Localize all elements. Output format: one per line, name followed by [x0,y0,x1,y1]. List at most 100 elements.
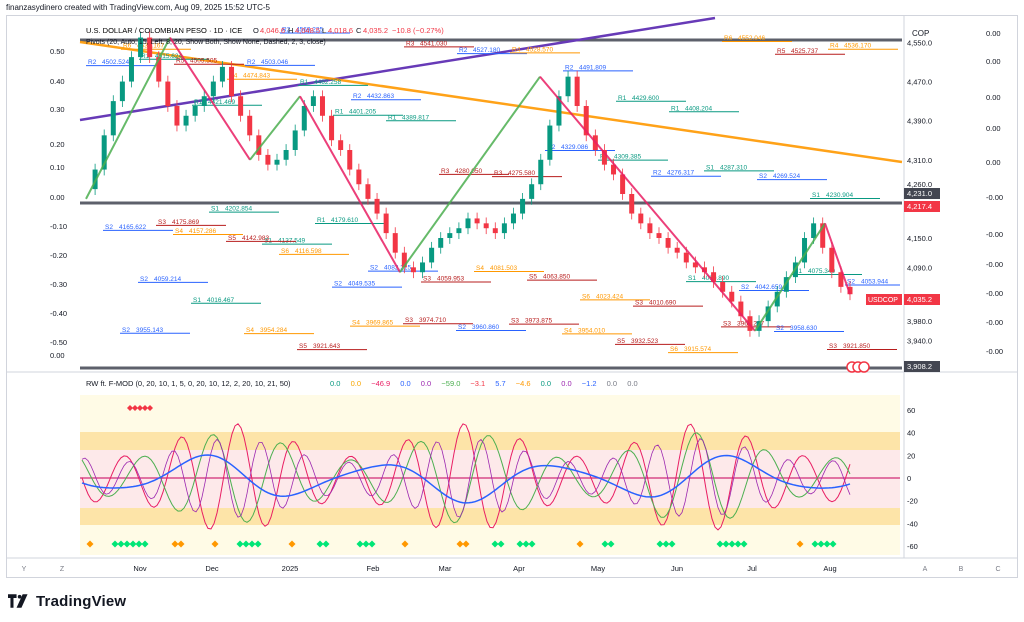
left-axis-tick: -0.40 [50,309,67,318]
left-axis: 0.50 0.40 0.30 0.20 0.10 0.00 -0.10 -0.20 -0.30 -… [50,47,67,360]
osc-tick: -20 [907,497,918,506]
pivot-value: 4269.524 [773,173,800,180]
open-value: 4,046.6 [260,26,285,35]
pivot-value: 4541.030 [420,40,447,47]
osc-legend-value: 0.0 [330,379,340,388]
pivot-value: 4179.610 [331,217,358,224]
pivot-value: 4275.580 [508,170,535,177]
pivot-label: R4 [830,43,839,50]
left-axis-tick: 0.10 [50,163,65,172]
pivot-label: S2 [847,278,855,285]
right-axis-tick: -0.00 [986,230,1003,239]
zigzag-group [85,37,851,332]
symbol-tag: USDCOP [866,294,902,305]
osc-legend-value: 0.0 [561,379,571,388]
axis-letter: Z [60,566,65,573]
pivot-label: S4 [246,327,254,334]
tradingview-footer: TradingView [8,590,126,612]
pivot-label: S3 [829,343,837,350]
pivot-label: R1 [671,105,680,112]
pivot-value: 4502.524 [102,59,129,66]
right-axis: 0.00 0.00 0.00 0.00 0.00 -0.00 -0.00 -0.00 -0.00… [986,29,1003,356]
pivot-label: S3 [423,276,431,283]
candle-body [638,213,644,224]
left-axis-tick: 0.00 [50,351,65,360]
osc-legend-value: 0.0 [607,379,617,388]
pivot-value: 4276.317 [667,170,694,177]
price-tick: 3,940.0 [907,337,932,346]
candle-body [238,96,244,116]
pivot-value: 3921.643 [313,343,340,350]
pivot-label: S1 [688,275,696,282]
pivot-value: 3958.630 [790,325,817,332]
time-tick: 2025 [282,564,299,573]
zigzag-segment [169,37,251,161]
left-axis-tick: -0.10 [50,222,67,231]
pivot-value: 3960.860 [472,324,499,331]
candle-body [229,66,235,97]
left-axis-tick: 0.30 [50,105,65,114]
pivot-value: 4010.690 [649,300,676,307]
axis-letter: Y [22,566,27,573]
osc-tick: 20 [907,451,915,460]
pivot-value: 4536.170 [844,43,871,50]
right-axis-tick: -0.00 [986,260,1003,269]
alert-icons[interactable] [846,361,870,373]
osc-legend-value: 0.0 [627,379,637,388]
right-axis-tick: 0.00 [986,93,1001,102]
candle-body [274,159,280,165]
candle-body [465,218,471,229]
pivot-value: 4503.046 [261,59,288,66]
pivot-label: S3 [511,318,519,325]
current-price-text: 4,035.2 [907,295,932,304]
osc-tick: 40 [907,429,915,438]
pivot-value: 4309.385 [614,154,641,161]
alert-icon[interactable] [858,361,870,373]
pivot-label: R1 [317,217,326,224]
current-price-tag: 4,035.2 [904,294,940,305]
right-axis-tick: -0.00 [986,318,1003,327]
candle-body [420,262,426,273]
chart-canvas[interactable]: R2 4502.524R1 4515.624R1 4421.469R2 4503.046… [0,0,1024,590]
zigzag-segment [299,95,401,273]
osc-title: RW ft. F-MOD (0, 20, 10, 1, 5, 0, 20, 10… [86,379,291,388]
right-axis-tick: -0.00 [986,347,1003,356]
pivot-value: 4528.570 [526,46,553,53]
candle-body [447,233,453,238]
high-label: H [288,26,293,35]
tag-3908-text: 3,908.2 [907,362,932,371]
tradingview-wordmark: TradingView [36,592,127,610]
candle-body [529,184,535,199]
candles-group [92,31,853,337]
candle-body [656,233,662,238]
pivot-label: R2 [353,93,362,100]
pivot-label: S5 [228,235,236,242]
time-tick: Mar [439,564,452,573]
candle-body [219,66,225,82]
time-tick: May [591,564,605,573]
candle-body [538,159,544,185]
currency-label: COP [912,29,929,38]
candle-body [247,115,253,136]
pivot-value: 4042.659 [755,284,782,291]
osc-legend-value: 5.7 [495,379,505,388]
pivot-label: S3 [635,300,643,307]
pivot-label: S2 [458,324,466,331]
time-tick: Apr [513,564,525,573]
osc-legend-value: 0.0 [400,379,410,388]
pivot-value: 4202.854 [225,206,252,213]
pivot-value: 3974.710 [419,317,446,324]
pivot-label: S5 [617,338,625,345]
pivot-label: R2 [565,64,574,71]
right-axis-tick: -0.00 [986,289,1003,298]
pivot-value: 4157.286 [189,228,216,235]
candle-body [520,198,526,214]
high-value: 4,048.5 [295,26,320,35]
price-tick: 4,390.0 [907,117,932,126]
pivot-label: R6 [724,35,733,42]
pivot-value: 3955.143 [136,327,163,334]
pivot-value: 3932.523 [631,338,658,345]
symbol-title: U.S. DOLLAR / COLOMBIAN PESO · 1D · ICE [86,26,242,35]
time-axis: Nov Dec 2025 Feb Mar Apr May Jun Jul Aug Y Z A B C [22,564,1001,573]
low-label: L [322,26,326,35]
